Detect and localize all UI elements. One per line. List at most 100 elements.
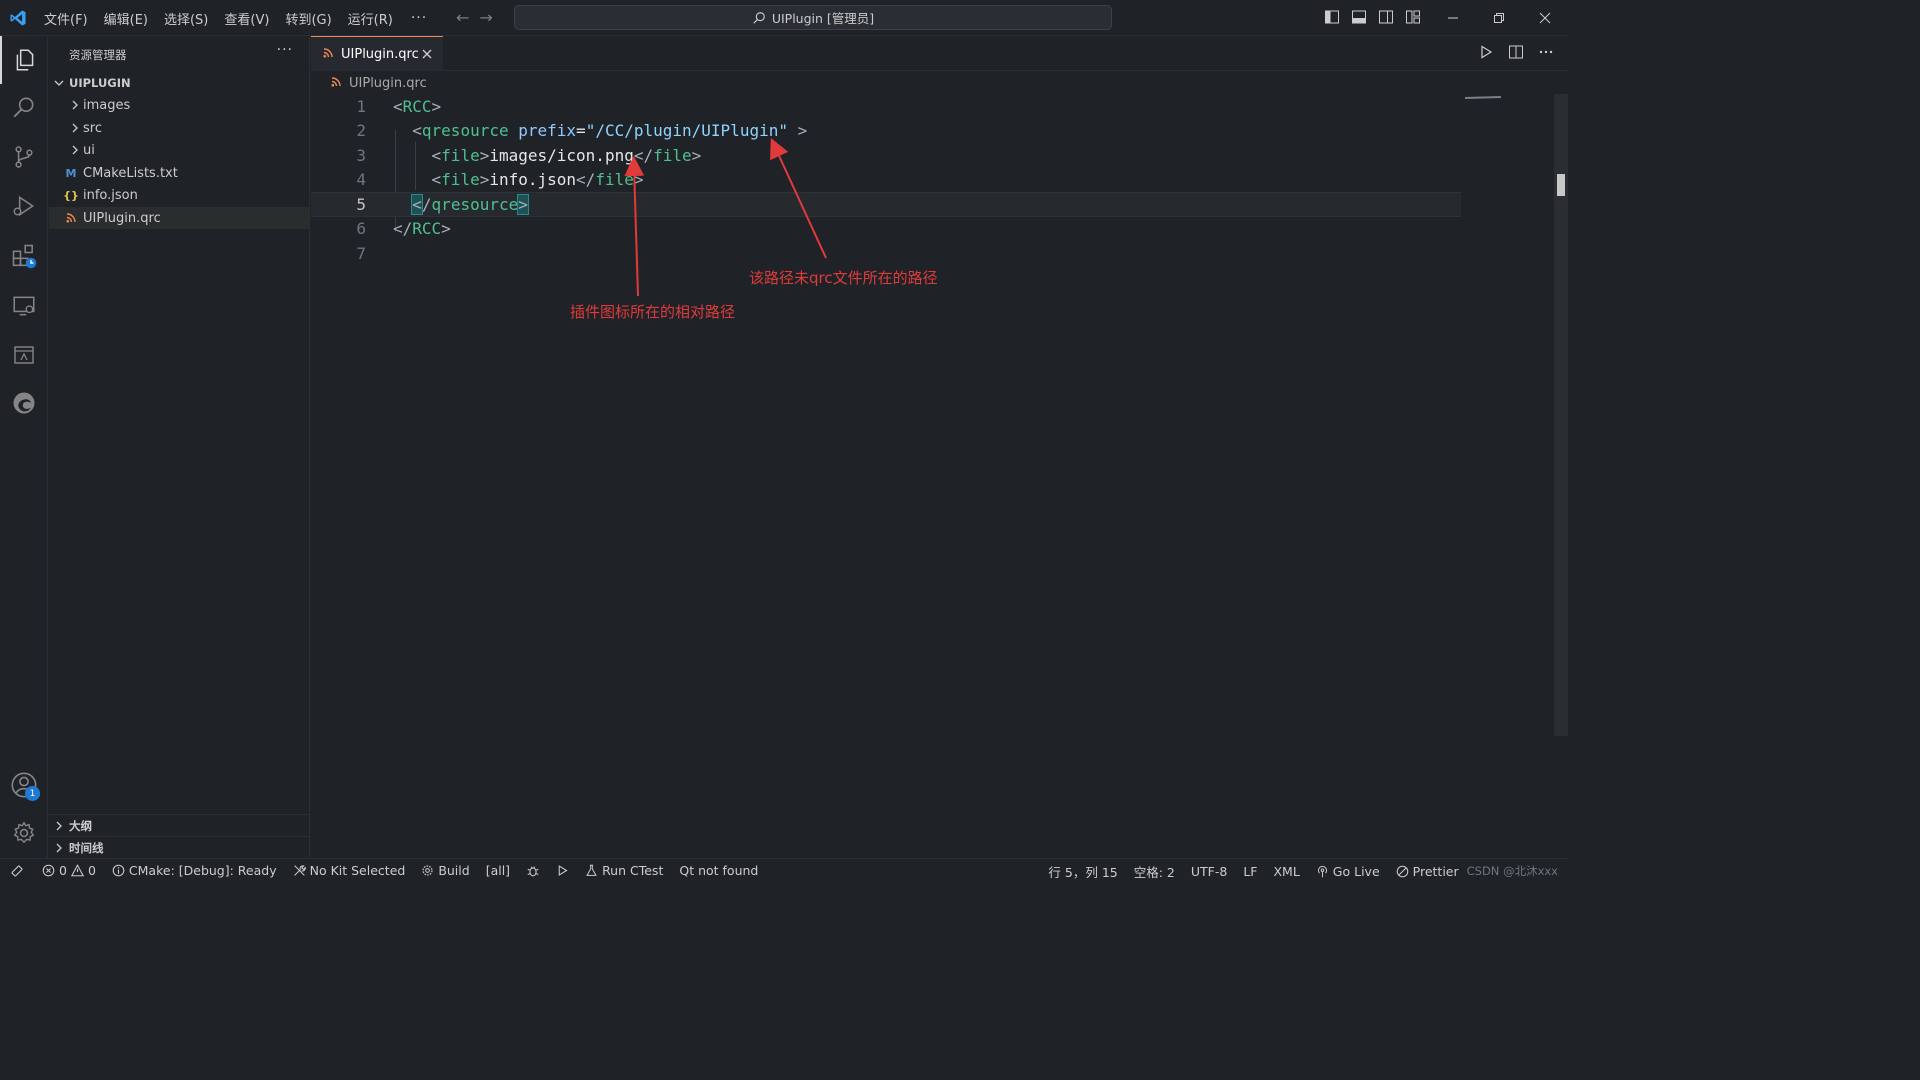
- warning-icon: [70, 864, 84, 877]
- debug-bug-icon[interactable]: [518, 864, 548, 878]
- build-button[interactable]: Build: [413, 863, 477, 878]
- line-number: 7: [356, 243, 366, 263]
- minimize-icon[interactable]: [1430, 0, 1476, 36]
- workspace-section[interactable]: UIPLUGIN: [49, 72, 309, 94]
- restore-icon[interactable]: [1476, 0, 1522, 36]
- cmake-status[interactable]: CMake: [Debug]: Ready: [104, 863, 285, 878]
- qt-designer-icon[interactable]: [0, 331, 48, 379]
- launch-play-icon[interactable]: [548, 864, 577, 877]
- tree-folder-images[interactable]: images: [49, 94, 309, 116]
- kit-label: No Kit Selected: [309, 863, 406, 878]
- search-icon: [753, 11, 765, 24]
- prettier-label: Prettier: [1412, 863, 1459, 879]
- menu-run[interactable]: 运行(R): [340, 9, 401, 28]
- chevron-right-icon: [67, 123, 83, 133]
- qt-status[interactable]: Qt not found: [671, 863, 766, 878]
- build-target[interactable]: [all]: [478, 863, 518, 878]
- encoding[interactable]: UTF-8: [1183, 864, 1235, 879]
- problems-indicator[interactable]: 0 0: [34, 863, 104, 878]
- forward-arrow-icon[interactable]: →: [479, 8, 492, 27]
- more-actions-icon[interactable]: [1538, 44, 1554, 60]
- toggle-primary-sidebar-icon[interactable]: [1324, 9, 1340, 25]
- annotation-prefix-note: 该路径未qrc文件所在的路径: [749, 269, 938, 287]
- accounts-badge: 1: [25, 786, 40, 801]
- outline-label: 大纲: [69, 818, 92, 833]
- prettier-status[interactable]: Prettier: [1388, 864, 1467, 879]
- chevron-down-icon: [51, 78, 67, 88]
- menu-more-button[interactable]: ···: [401, 10, 437, 26]
- code-editor[interactable]: 1 <RCC> 2 <qresource prefix="/CC/plugin/…: [311, 94, 1461, 858]
- flask-icon: [586, 864, 597, 876]
- toggle-secondary-sidebar-icon[interactable]: [1378, 9, 1394, 25]
- edge-devtools-icon[interactable]: [0, 379, 48, 427]
- line-content: <qresource prefix="/CC/plugin/UIPlugin" …: [412, 121, 808, 141]
- close-window-icon[interactable]: [1522, 0, 1568, 36]
- menu-edit[interactable]: 编辑(E): [96, 9, 156, 28]
- explorer-icon[interactable]: [0, 36, 48, 84]
- menu-file[interactable]: 文件(F): [36, 9, 96, 28]
- accounts-icon[interactable]: 1: [0, 761, 48, 809]
- toggle-panel-icon[interactable]: [1351, 9, 1367, 25]
- timeline-label: 时间线: [69, 840, 104, 855]
- language-mode[interactable]: XML: [1265, 864, 1307, 879]
- json-file-icon: {}: [63, 188, 79, 202]
- tree-item-label: CMakeLists.txt: [83, 165, 178, 181]
- status-bar-right: 行 5，列 15 空格: 2 UTF-8 LF XML Go Live Pret…: [1040, 859, 1568, 883]
- indentation[interactable]: 空格: 2: [1126, 862, 1183, 881]
- tree-folder-src[interactable]: src: [49, 117, 309, 139]
- tree-item-label: images: [83, 97, 131, 113]
- window-title: UIPlugin [管理员]: [771, 11, 875, 26]
- window-controls: [1430, 0, 1568, 36]
- kit-selector[interactable]: No Kit Selected: [285, 863, 414, 878]
- build-label: Build: [438, 863, 470, 878]
- timeline-section[interactable]: 时间线: [49, 836, 309, 858]
- chevron-right-icon: [51, 821, 67, 831]
- run-ctest-button[interactable]: Run CTest: [577, 863, 671, 878]
- cursor-position[interactable]: 行 5，列 15: [1040, 862, 1125, 881]
- tree-file-info-json[interactable]: {} info.json: [49, 184, 309, 206]
- workspace-name: UIPLUGIN: [69, 76, 131, 90]
- customize-layout-icon[interactable]: [1405, 9, 1421, 25]
- outline-section[interactable]: 大纲: [49, 814, 309, 836]
- close-icon[interactable]: [419, 46, 435, 62]
- line-content: </qresource>: [411, 193, 529, 215]
- rss-file-icon: [331, 76, 341, 91]
- run-debug-icon[interactable]: [0, 182, 48, 230]
- code-line: 1 <RCC>: [311, 94, 1461, 119]
- tree-item-label: ui: [83, 142, 95, 158]
- tree-file-cmakelists[interactable]: M CMakeLists.txt: [49, 162, 309, 184]
- remote-indicator-icon[interactable]: [0, 864, 34, 878]
- explorer-sidebar: 资源管理器 ··· UIPLUGIN images src ui M CMake…: [49, 36, 310, 858]
- editor-actions: [1478, 44, 1554, 60]
- editor-tabs: UIPlugin.qrc: [311, 36, 1568, 71]
- code-line: 7: [311, 241, 1461, 266]
- chevron-right-icon: [51, 843, 67, 853]
- menu-selection[interactable]: 选择(S): [156, 9, 216, 28]
- annotation-icon-note: 插件图标所在的相对路径: [570, 303, 736, 321]
- run-icon[interactable]: [1478, 44, 1494, 60]
- tree-file-uiplugin-qrc[interactable]: UIPlugin.qrc: [49, 207, 309, 229]
- menu-bar: 文件(F) 编辑(E) 选择(S) 查看(V) 转到(G) 运行(R) ···: [36, 0, 437, 36]
- explorer-more-actions[interactable]: ···: [277, 42, 293, 58]
- code-line: 6 </RCC>: [311, 217, 1461, 242]
- menu-view[interactable]: 查看(V): [216, 9, 277, 28]
- breadcrumb[interactable]: UIPlugin.qrc: [311, 72, 427, 94]
- search-icon[interactable]: [0, 84, 48, 132]
- tab-uiplugin-qrc[interactable]: UIPlugin.qrc: [311, 36, 443, 71]
- extensions-icon[interactable]: [0, 232, 48, 280]
- tree-folder-ui[interactable]: ui: [49, 139, 309, 161]
- menu-go[interactable]: 转到(G): [277, 9, 339, 28]
- split-editor-icon[interactable]: [1508, 44, 1524, 60]
- remote-explorer-icon[interactable]: [0, 282, 48, 330]
- end-of-line[interactable]: LF: [1235, 864, 1265, 879]
- go-live-button[interactable]: Go Live: [1308, 864, 1388, 879]
- back-arrow-icon[interactable]: ←: [456, 8, 469, 27]
- line-content: <RCC>: [393, 96, 442, 116]
- chevron-right-icon: [67, 100, 83, 110]
- nav-arrows: ← →: [456, 8, 493, 27]
- line-number: 3: [356, 145, 366, 165]
- settings-gear-icon[interactable]: [0, 809, 48, 857]
- minimap[interactable]: [1465, 95, 1501, 101]
- command-center[interactable]: UIPlugin [管理员]: [514, 5, 1112, 30]
- source-control-icon[interactable]: [0, 133, 48, 181]
